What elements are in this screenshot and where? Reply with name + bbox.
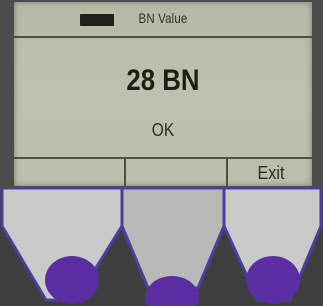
- exit-label: Exit: [257, 163, 285, 183]
- softkey-left-dot: [45, 256, 99, 304]
- softkey-labels: Exit: [14, 157, 312, 188]
- keypad: [0, 188, 323, 306]
- measurement-status: OK: [151, 120, 175, 140]
- softkey-right-dot: [246, 256, 300, 304]
- title-bar: BN Value: [14, 2, 312, 38]
- softkey-middle-label: [124, 159, 226, 188]
- screen-title: BN Value: [138, 10, 188, 26]
- softkey-right-label: Exit: [226, 159, 314, 188]
- measurement-value: 28 BN: [126, 64, 200, 97]
- softkey-left-label: [14, 159, 122, 188]
- device-frame: BN Value 28 BN OK Exit: [0, 0, 323, 306]
- lcd-screen: BN Value 28 BN OK Exit: [14, 2, 312, 188]
